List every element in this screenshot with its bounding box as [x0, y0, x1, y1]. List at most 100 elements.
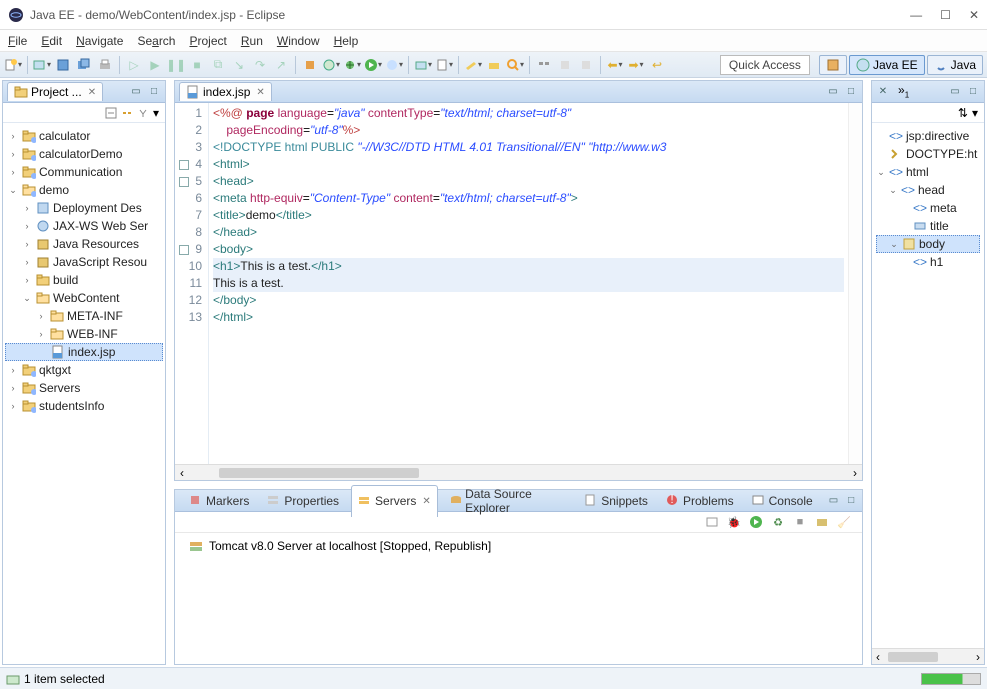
outline-h-scrollbar[interactable]: ‹›: [872, 648, 984, 664]
minimize-outline-button[interactable]: ▭: [948, 85, 962, 99]
outline-menu-button[interactable]: ▾: [972, 106, 978, 120]
minimize-view-button[interactable]: ▭: [129, 85, 143, 99]
build-button[interactable]: [301, 56, 319, 74]
new-button[interactable]: [4, 56, 22, 74]
server-debug-button[interactable]: 🐞: [726, 514, 742, 530]
twistie-icon[interactable]: ⌄: [888, 185, 898, 196]
minimize-button[interactable]: —: [910, 8, 922, 22]
close-icon[interactable]: ✕: [88, 87, 96, 98]
twistie-icon[interactable]: ⌄: [889, 239, 899, 250]
tree-item[interactable]: ›JavaScript Resou: [5, 253, 163, 271]
save-all-button[interactable]: [75, 56, 93, 74]
quick-access-field[interactable]: Quick Access: [720, 55, 810, 75]
close-icon[interactable]: ✕: [422, 496, 430, 507]
perspective-java-ee[interactable]: Java EE: [849, 55, 925, 75]
forward-button[interactable]: ➡: [627, 56, 645, 74]
tree-item[interactable]: ›WEB-INF: [5, 325, 163, 343]
coverage-button[interactable]: [385, 56, 403, 74]
code-editor[interactable]: 12345678910111213 <%@ page language="jav…: [175, 103, 862, 464]
toggle-breadcrumb-button[interactable]: [535, 56, 553, 74]
twistie-icon[interactable]: ›: [7, 365, 19, 375]
tree-item[interactable]: ›META-INF: [5, 307, 163, 325]
editor-tab-index-jsp[interactable]: index.jsp ✕: [179, 82, 272, 101]
menu-run[interactable]: Run: [241, 34, 263, 48]
server-no-config-button[interactable]: [704, 514, 720, 530]
server-item[interactable]: Tomcat v8.0 Server at localhost [Stopped…: [175, 533, 862, 559]
close-button[interactable]: ✕: [969, 8, 979, 22]
print-button[interactable]: [96, 56, 114, 74]
collapse-all-button[interactable]: [105, 107, 117, 119]
debug-disconnect-button[interactable]: ⧉: [209, 56, 227, 74]
filters-button[interactable]: [137, 107, 149, 119]
outline-item[interactable]: <>meta: [876, 199, 980, 217]
twistie-icon[interactable]: ⌄: [21, 293, 33, 304]
link-editor-button[interactable]: [577, 56, 595, 74]
tree-item[interactable]: ›studentsInfo: [5, 397, 163, 415]
tree-item[interactable]: ›Servers: [5, 379, 163, 397]
new-other-button[interactable]: [33, 56, 51, 74]
close-icon[interactable]: ✕: [256, 87, 264, 98]
debug-button[interactable]: [343, 56, 361, 74]
link-with-editor-button[interactable]: [121, 107, 133, 119]
twistie-icon[interactable]: ›: [7, 383, 19, 393]
twistie-icon[interactable]: ⌄: [876, 167, 886, 178]
twistie-icon[interactable]: ⌄: [7, 185, 19, 196]
project-tree[interactable]: ›calculator›calculatorDemo›Communication…: [3, 123, 165, 664]
menu-help[interactable]: Help: [334, 34, 359, 48]
server-stop-button[interactable]: ■: [792, 514, 808, 530]
debug-step-button[interactable]: ▷: [125, 56, 143, 74]
twistie-icon[interactable]: ›: [21, 275, 33, 285]
tree-item[interactable]: ›calculator: [5, 127, 163, 145]
last-edit-button[interactable]: ↩: [648, 56, 666, 74]
twistie-icon[interactable]: ›: [7, 167, 19, 177]
step-return-button[interactable]: ↗: [272, 56, 290, 74]
twistie-icon[interactable]: ›: [35, 311, 47, 321]
back-button[interactable]: ⬅: [606, 56, 624, 74]
maximize-bottom-button[interactable]: □: [844, 494, 858, 508]
save-button[interactable]: [54, 56, 72, 74]
open-task-button[interactable]: [485, 56, 503, 74]
tree-item[interactable]: ›Deployment Des: [5, 199, 163, 217]
twistie-icon[interactable]: ›: [21, 257, 33, 267]
tree-item[interactable]: index.jsp: [5, 343, 163, 361]
twistie-icon[interactable]: ›: [21, 203, 33, 213]
run-button[interactable]: [364, 56, 382, 74]
open-type-button[interactable]: [464, 56, 482, 74]
server-start-button[interactable]: [748, 514, 764, 530]
new-jsp-button[interactable]: [435, 56, 453, 74]
open-perspective-button[interactable]: [819, 55, 847, 75]
tree-item[interactable]: ›qktgxt: [5, 361, 163, 379]
tree-item[interactable]: ⌄WebContent: [5, 289, 163, 307]
twistie-icon[interactable]: ›: [21, 221, 33, 231]
outline-item[interactable]: DOCTYPE:ht: [876, 145, 980, 163]
debug-resume-button[interactable]: ▶: [146, 56, 164, 74]
outline-tree[interactable]: <>jsp:directiveDOCTYPE:ht⌄<>html⌄<>head<…: [872, 123, 984, 648]
outline-item[interactable]: ⌄<>html: [876, 163, 980, 181]
outline-item[interactable]: title: [876, 217, 980, 235]
step-into-button[interactable]: ↘: [230, 56, 248, 74]
editor-h-scrollbar[interactable]: ‹›: [175, 464, 862, 480]
twistie-icon[interactable]: ›: [7, 149, 19, 159]
outline-sort-button[interactable]: ⇅: [958, 106, 968, 120]
minimize-bottom-button[interactable]: ▭: [827, 494, 841, 508]
outline-item[interactable]: ⌄<>head: [876, 181, 980, 199]
outline-item[interactable]: ⌄body: [876, 235, 980, 253]
debug-pause-button[interactable]: ❚❚: [167, 56, 185, 74]
outline-tab-icon[interactable]: ✕: [876, 85, 890, 99]
project-explorer-tab[interactable]: Project ... ✕: [7, 82, 103, 101]
menu-window[interactable]: Window: [277, 34, 320, 48]
pin-editor-button[interactable]: [556, 56, 574, 74]
twistie-icon[interactable]: ›: [7, 131, 19, 141]
twistie-icon[interactable]: ›: [7, 401, 19, 411]
view-menu-button[interactable]: ▾: [153, 106, 159, 120]
menu-project[interactable]: Project: [189, 34, 226, 48]
server-profile-button[interactable]: ♻: [770, 514, 786, 530]
maximize-view-button[interactable]: □: [147, 85, 161, 99]
maximize-editor-button[interactable]: □: [844, 85, 858, 99]
perspective-java[interactable]: Java: [927, 55, 983, 75]
minimize-editor-button[interactable]: ▭: [826, 85, 840, 99]
outline-item[interactable]: <>jsp:directive: [876, 127, 980, 145]
menu-navigate[interactable]: Navigate: [76, 34, 123, 48]
tree-item[interactable]: ›Java Resources: [5, 235, 163, 253]
outline-item[interactable]: <>h1: [876, 253, 980, 271]
